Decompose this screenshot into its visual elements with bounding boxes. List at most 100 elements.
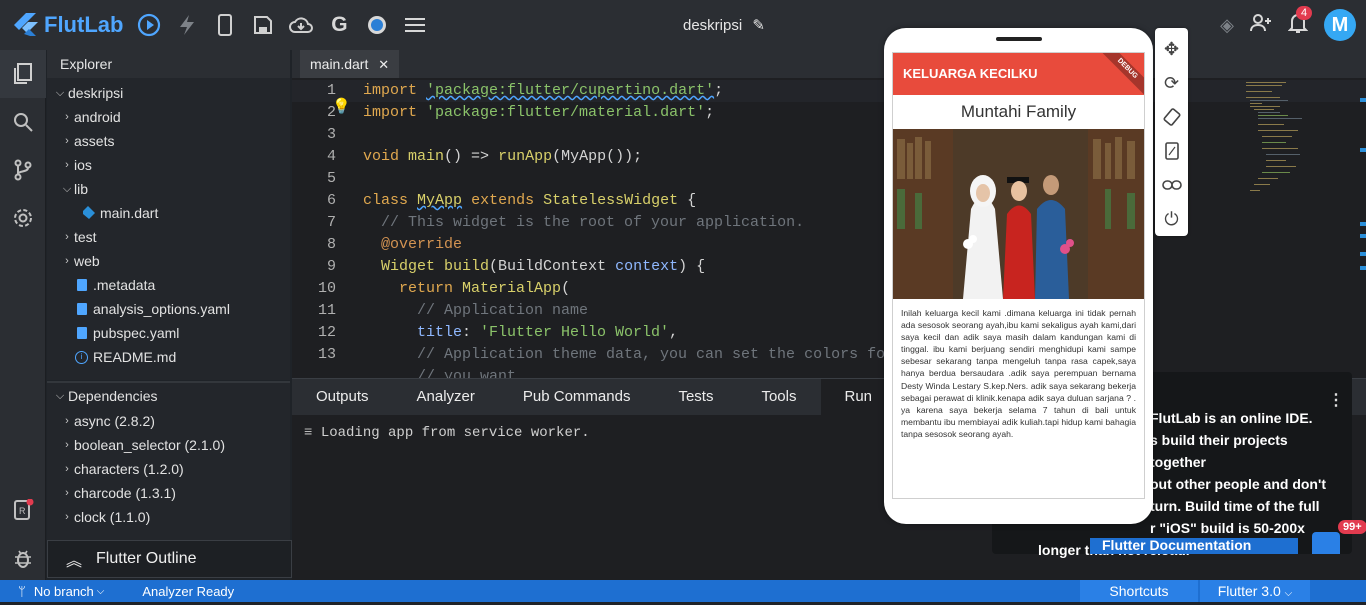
tree-item-pubspec[interactable]: pubspec.yaml [47, 321, 290, 345]
dependencies-title: Dependencies [68, 388, 158, 404]
tree-item-lib[interactable]: ⌵ lib [47, 177, 290, 201]
files-icon[interactable] [0, 50, 46, 98]
flutter-outline-toggle[interactable]: ︽ Flutter Outline [47, 540, 292, 578]
tree-item-main-dart[interactable]: main.dart [47, 201, 290, 225]
tab-outputs[interactable]: Outputs [292, 379, 393, 415]
dependency-item[interactable]: › async (2.8.2) [47, 409, 290, 433]
refresh-icon[interactable]: ⟳ [1155, 66, 1188, 100]
code-token: , [669, 324, 679, 341]
code-token: ( [561, 280, 571, 297]
tab-analyzer[interactable]: Analyzer [393, 379, 499, 415]
phone-frame-icon[interactable] [1155, 134, 1188, 168]
tab-tests[interactable]: Tests [654, 379, 737, 415]
tree-item-analysis-options[interactable]: analysis_options.yaml [47, 297, 290, 321]
save-icon[interactable] [251, 13, 275, 37]
code-token: MyApp [417, 192, 463, 209]
phone-notch [996, 37, 1042, 41]
code-line: 6 class MyApp extends StatelessWidget { [292, 190, 1366, 212]
chat-button[interactable] [1312, 532, 1340, 554]
pencil-icon[interactable]: ✎ [752, 17, 765, 34]
tab-main-dart[interactable]: main.dart ✕ [300, 50, 400, 78]
chevron-right-icon: › [65, 111, 69, 123]
notifications-icon[interactable]: 4 [1287, 5, 1313, 39]
chevron-down-icon: ⌵ [55, 390, 65, 402]
tree-item-android[interactable]: › android [47, 105, 290, 129]
log-line: Loading app from service worker. [320, 425, 590, 441]
project-title[interactable]: deskripsi ✎ [683, 16, 765, 34]
code-token: import [363, 104, 418, 121]
layers-icon[interactable]: ◈ [1220, 15, 1234, 36]
device-icon[interactable] [213, 13, 237, 37]
family-photo [893, 129, 1144, 299]
chevron-right-icon: › [65, 159, 69, 171]
tree-item-assets[interactable]: › assets [47, 129, 290, 153]
chevron-right-icon: › [65, 463, 69, 475]
family-heading: Muntahi Family [960, 102, 1077, 121]
google-icon[interactable]: G [327, 13, 351, 37]
tree-item-readme[interactable]: i README.md [47, 345, 290, 369]
flutter-docs-button[interactable]: Flutter Documentation [1090, 538, 1298, 554]
code-token: ) { [678, 258, 706, 275]
tree-item-metadata[interactable]: .metadata [47, 273, 290, 297]
code-token: build [444, 258, 490, 275]
search-icon[interactable] [0, 98, 46, 146]
device-preview: KELUARGA KECILKU DEBUG Muntahi Family In… [884, 28, 1153, 524]
code-minimap[interactable] [1244, 80, 1304, 200]
tree-item-ios[interactable]: › ios [47, 153, 290, 177]
tree-root[interactable]: ⌵ deskripsi [47, 81, 290, 105]
power-icon[interactable]: ⏻ [1155, 202, 1188, 236]
rotate-icon[interactable] [1155, 100, 1188, 134]
user-avatar[interactable]: M [1324, 9, 1356, 41]
source-control-icon[interactable] [0, 146, 46, 194]
code-token: // you want [417, 368, 517, 378]
tree-label: .metadata [93, 277, 156, 293]
editor-scroll-markers[interactable] [1358, 80, 1366, 280]
chevron-right-icon: › [65, 255, 69, 267]
notifications-count-badge: 4 [1296, 5, 1313, 20]
code-token: (MyApp()); [552, 148, 643, 165]
shortcuts-button[interactable]: Shortcuts [1080, 580, 1198, 602]
line-number: 7 [326, 214, 336, 231]
line-number [292, 366, 337, 378]
tree-label: pubspec.yaml [93, 325, 180, 341]
app-screen[interactable]: KELUARGA KECILKU DEBUG Muntahi Family In… [892, 52, 1145, 499]
dependency-item[interactable]: › boolean_selector (2.1.0) [47, 433, 290, 457]
branch-label[interactable]: No branch [34, 584, 94, 599]
settings-icon[interactable] [0, 194, 46, 242]
flutter-docs-label: Flutter Documentation [1102, 538, 1252, 553]
chevron-down-icon: ⌵ [62, 183, 72, 195]
flutter-outline-label: Flutter Outline [96, 550, 197, 567]
dependencies-header[interactable]: ⌵ Dependencies [47, 383, 290, 409]
close-icon[interactable]: ✕ [378, 57, 389, 72]
code-line: 1 import 'package:flutter/cupertino.dart'… [292, 80, 1366, 102]
file-icon [77, 303, 87, 315]
run-icon[interactable] [137, 13, 161, 37]
dependency-item[interactable]: › charcode (1.3.1) [47, 481, 290, 505]
flutter-version-button[interactable]: Flutter 3.0 ⌵ [1200, 580, 1310, 602]
dependency-label: boolean_selector (2.1.0) [74, 437, 225, 453]
line-number: 1 [326, 82, 336, 99]
code-token: void [363, 148, 400, 165]
branch-icon[interactable]: ᛘ [18, 584, 26, 599]
add-person-icon[interactable] [1250, 13, 1272, 37]
bug-icon[interactable] [0, 534, 46, 582]
code-lines[interactable]: 1 import 'package:flutter/cupertino.dart'… [292, 80, 1366, 378]
move-icon[interactable]: ✥ [1155, 32, 1188, 66]
dependencies-panel: ⌵ Dependencies › async (2.8.2) › boolean_s… [47, 381, 290, 541]
tab-tools[interactable]: Tools [737, 379, 820, 415]
menu-icon[interactable] [403, 13, 427, 37]
cloud-download-icon[interactable] [289, 13, 314, 37]
flutter-target-icon[interactable] [365, 13, 389, 37]
flutlab-logo[interactable]: FlutLab [10, 12, 123, 38]
tree-item-web[interactable]: › web [47, 249, 290, 273]
hot-reload-icon[interactable] [175, 13, 199, 37]
dependency-item[interactable]: › characters (1.2.0) [47, 457, 290, 481]
lightbulb-icon[interactable]: 💡 [332, 97, 351, 119]
repo-icon[interactable]: R [0, 486, 46, 534]
dependency-item[interactable]: › clock (1.1.0) [47, 505, 290, 529]
tree-item-test[interactable]: › test [47, 225, 290, 249]
unread-badge: 99+ [1338, 520, 1366, 534]
tab-pub-commands[interactable]: Pub Commands [499, 379, 655, 415]
link-icon[interactable] [1155, 168, 1188, 202]
file-icon [77, 327, 87, 339]
